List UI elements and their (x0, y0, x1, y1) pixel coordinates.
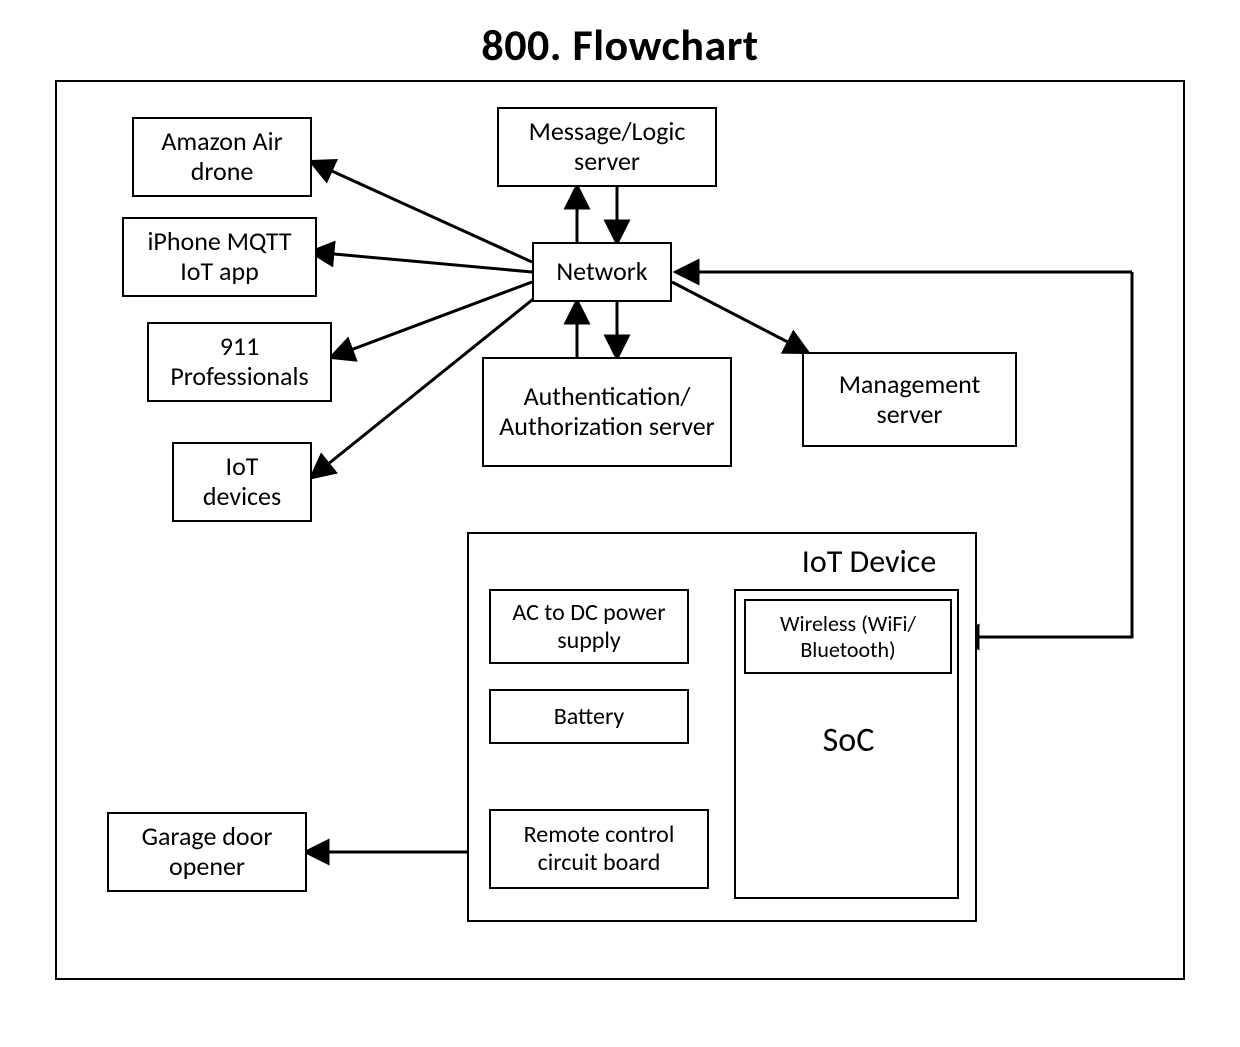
node-wireless: Wireless (WiFi/ Bluetooth) (744, 599, 952, 674)
node-911-professionals: 911 Professionals (147, 322, 332, 402)
node-acdc-power-supply: AC to DC power supply (489, 589, 689, 664)
node-message-logic-server: Message/Logic server (497, 107, 717, 187)
node-amazon-drone: Amazon Air drone (132, 117, 312, 197)
node-remote-control-board: Remote control circuit board (489, 809, 709, 889)
diagram-frame: Amazon Air drone iPhone MQTT IoT app 911… (55, 80, 1185, 980)
node-network: Network (532, 242, 672, 302)
iot-device-label: IoT Device (769, 544, 969, 581)
soc-container: Wireless (WiFi/ Bluetooth) SoC (734, 589, 959, 899)
iot-device-container: IoT Device AC to DC power supply Battery… (467, 532, 977, 922)
node-battery: Battery (489, 689, 689, 744)
node-garage-door-opener: Garage door opener (107, 812, 307, 892)
node-management-server: Management server (802, 352, 1017, 447)
node-iot-devices: IoT devices (172, 442, 312, 522)
diagram-title: 800. Flowchart (0, 18, 1240, 72)
soc-label: SoC (736, 721, 961, 760)
node-auth-server: Authentication/ Authorization server (482, 357, 732, 467)
node-iphone-mqtt: iPhone MQTT IoT app (122, 217, 317, 297)
